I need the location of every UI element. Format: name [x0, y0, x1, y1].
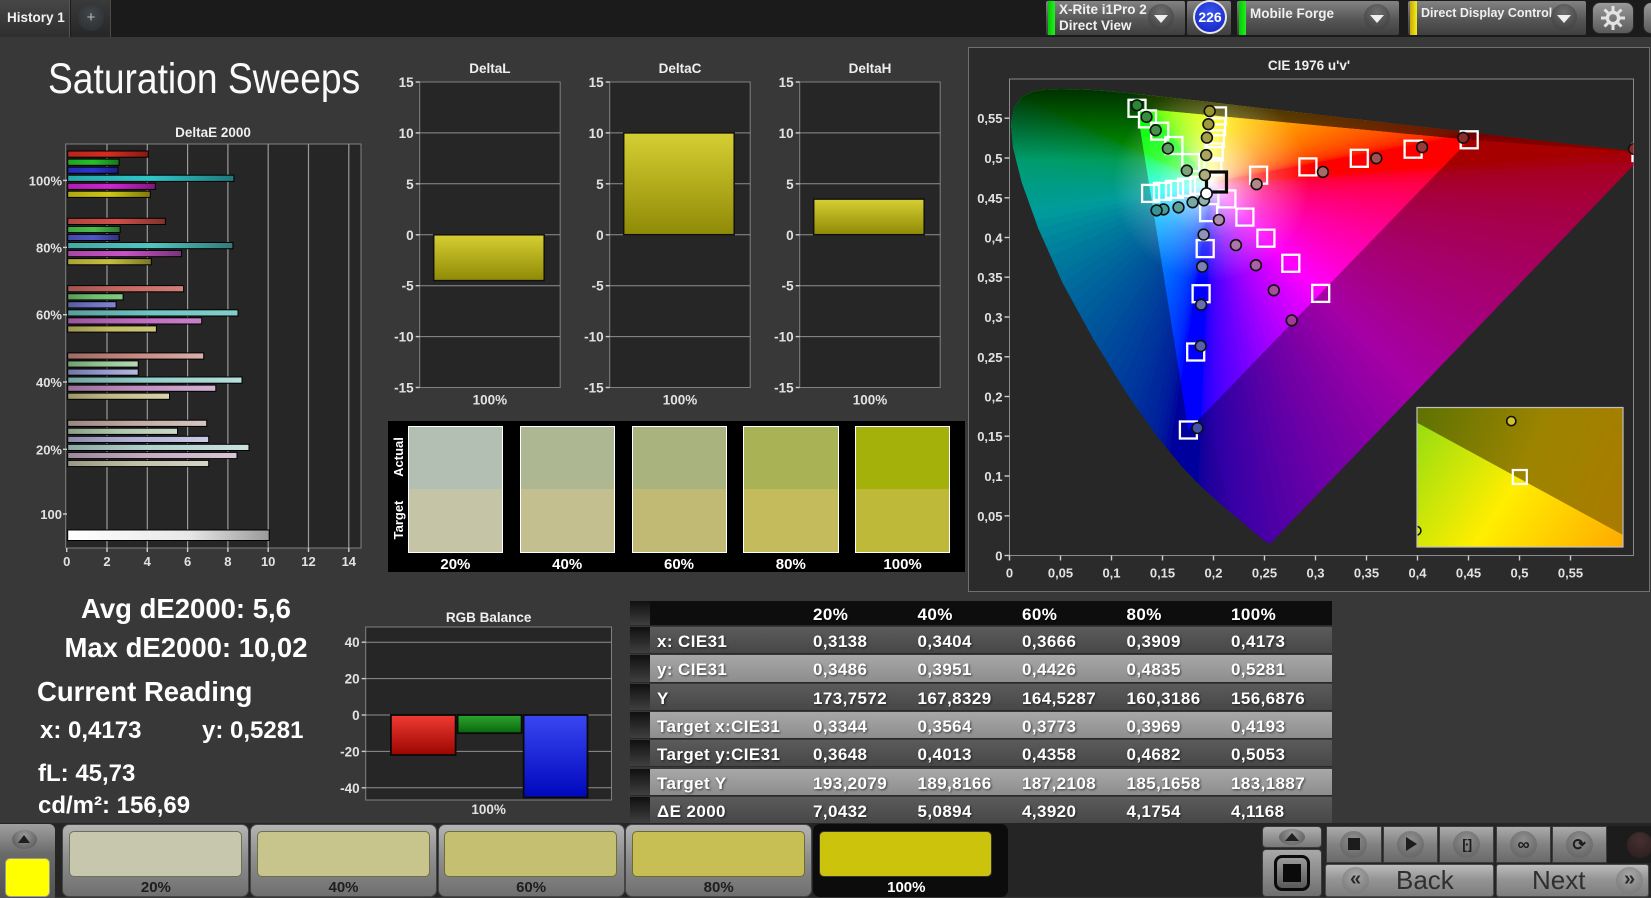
svg-text:CIE 1976 u'v': CIE 1976 u'v' [1268, 58, 1350, 73]
svg-text:0,2: 0,2 [984, 390, 1002, 405]
svg-text:14: 14 [342, 554, 357, 569]
svg-text:5: 5 [406, 177, 414, 192]
svg-text:0,4: 0,4 [984, 231, 1003, 246]
svg-text:0,3: 0,3 [1306, 566, 1324, 581]
svg-text:0,4: 0,4 [1408, 566, 1427, 581]
svg-text:15: 15 [779, 75, 795, 90]
svg-text:12: 12 [301, 554, 315, 569]
svg-text:0,35: 0,35 [977, 270, 1002, 285]
svg-text:10: 10 [589, 126, 604, 141]
svg-text:DeltaL: DeltaL [469, 61, 510, 76]
svg-text:0,55: 0,55 [1558, 566, 1583, 581]
svg-text:0,5: 0,5 [984, 151, 1002, 166]
svg-text:0: 0 [352, 708, 360, 723]
svg-text:0,25: 0,25 [1252, 566, 1277, 581]
svg-text:0,15: 0,15 [977, 429, 1002, 444]
svg-text:100%: 100% [663, 393, 698, 408]
svg-text:100%: 100% [473, 393, 508, 408]
svg-text:2: 2 [103, 554, 110, 569]
svg-text:0,2: 0,2 [1204, 566, 1222, 581]
svg-text:0,05: 0,05 [1048, 566, 1073, 581]
svg-text:0: 0 [995, 549, 1002, 564]
svg-text:0,45: 0,45 [977, 191, 1002, 206]
svg-text:15: 15 [399, 75, 415, 90]
svg-text:10: 10 [261, 554, 275, 569]
svg-text:40: 40 [345, 635, 360, 650]
svg-text:20%: 20% [36, 442, 62, 457]
svg-text:0: 0 [1006, 566, 1013, 581]
svg-text:100%: 100% [29, 173, 63, 188]
svg-text:0,45: 0,45 [1456, 566, 1481, 581]
svg-text:0,3: 0,3 [984, 310, 1002, 325]
svg-text:DeltaE 2000: DeltaE 2000 [175, 126, 251, 140]
svg-text:100: 100 [40, 507, 62, 522]
svg-text:8: 8 [224, 554, 231, 569]
svg-text:-5: -5 [592, 279, 604, 294]
svg-text:0,1: 0,1 [1102, 566, 1120, 581]
svg-text:-10: -10 [584, 330, 604, 345]
svg-text:40%: 40% [36, 375, 62, 390]
svg-text:4: 4 [144, 554, 152, 569]
svg-text:0,25: 0,25 [977, 350, 1002, 365]
svg-text:-40: -40 [340, 781, 360, 796]
svg-text:0: 0 [786, 228, 794, 243]
svg-text:100%: 100% [471, 802, 506, 817]
svg-text:10: 10 [399, 126, 414, 141]
svg-text:15: 15 [589, 75, 605, 90]
svg-text:0: 0 [596, 228, 604, 243]
svg-text:-15: -15 [774, 381, 794, 396]
svg-text:0,15: 0,15 [1150, 566, 1175, 581]
svg-text:0: 0 [406, 228, 414, 243]
svg-text:5: 5 [596, 177, 604, 192]
svg-text:-5: -5 [782, 279, 794, 294]
svg-text:80%: 80% [36, 240, 62, 255]
svg-text:0,55: 0,55 [977, 111, 1002, 126]
svg-text:20: 20 [345, 672, 360, 687]
svg-text:-15: -15 [394, 381, 414, 396]
svg-text:0,05: 0,05 [977, 509, 1002, 524]
svg-text:RGB Balance: RGB Balance [446, 610, 532, 625]
svg-text:5: 5 [786, 177, 794, 192]
svg-text:0,35: 0,35 [1354, 566, 1379, 581]
svg-text:60%: 60% [36, 308, 62, 323]
svg-text:DeltaC: DeltaC [659, 61, 702, 76]
svg-text:-5: -5 [402, 279, 414, 294]
svg-text:-10: -10 [774, 330, 794, 345]
svg-text:-15: -15 [584, 381, 604, 396]
svg-text:100%: 100% [853, 393, 888, 408]
svg-text:DeltaH: DeltaH [849, 61, 892, 76]
svg-text:10: 10 [779, 126, 794, 141]
svg-text:0,5: 0,5 [1510, 566, 1528, 581]
svg-text:0,1: 0,1 [984, 469, 1002, 484]
svg-text:-20: -20 [340, 744, 360, 759]
svg-text:0: 0 [63, 554, 70, 569]
svg-text:-10: -10 [394, 330, 414, 345]
svg-text:6: 6 [184, 554, 191, 569]
